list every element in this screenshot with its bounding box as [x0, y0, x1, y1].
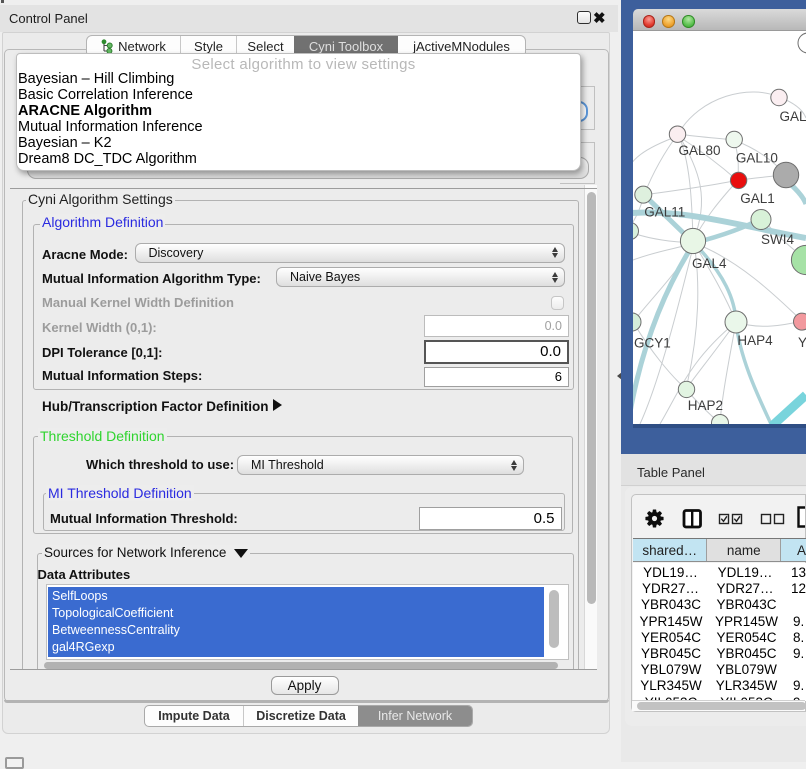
svg-text:GAL11: GAL11 — [644, 205, 685, 220]
svg-text:GAL4: GAL4 — [692, 256, 727, 271]
svg-text:SWI4: SWI4 — [761, 232, 794, 247]
svg-text:GAL10: GAL10 — [736, 151, 778, 166]
svg-text:HAP4: HAP4 — [737, 333, 773, 348]
svg-text:GCY1: GCY1 — [634, 336, 671, 351]
svg-text:GAL7: GAL7 — [780, 109, 806, 124]
svg-text:HAP2: HAP2 — [688, 398, 723, 413]
svg-text:Y: Y — [798, 335, 806, 350]
svg-text:GAL1: GAL1 — [740, 191, 775, 206]
svg-text:GAL80: GAL80 — [679, 143, 721, 158]
